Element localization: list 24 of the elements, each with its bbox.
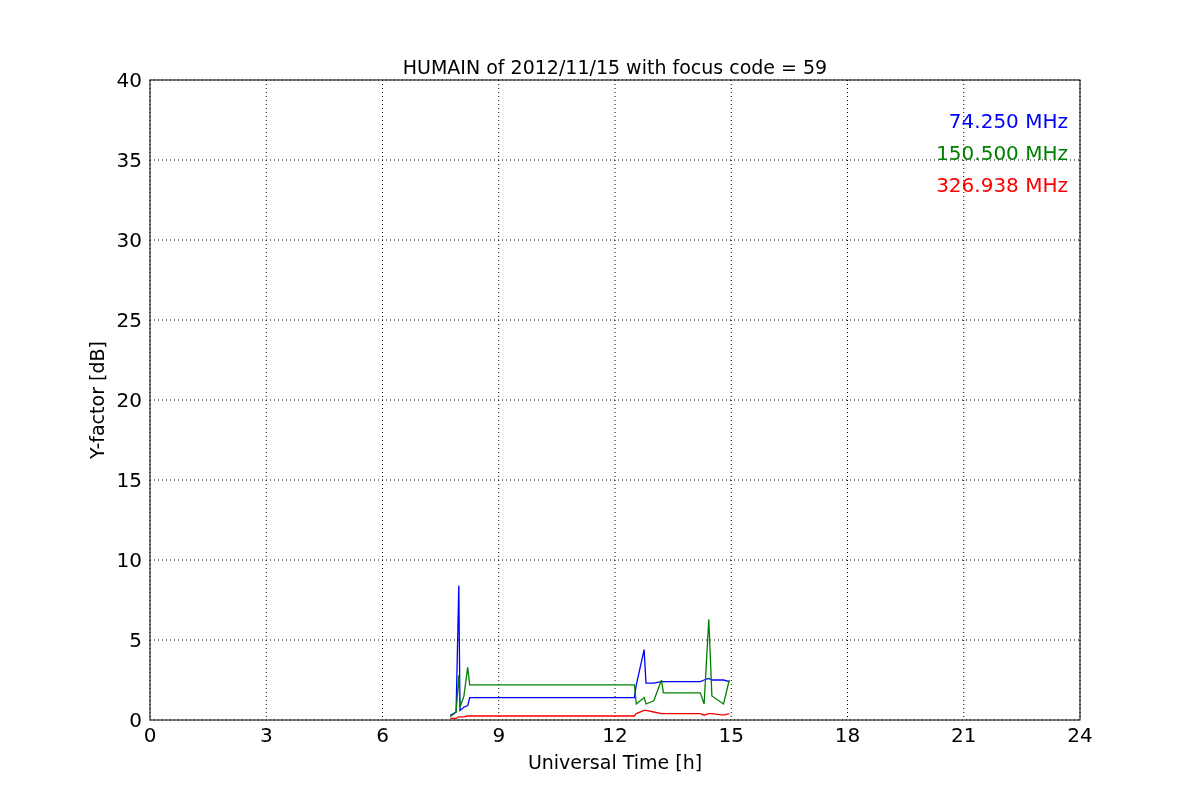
tick-label: 12 [602,723,628,747]
tick-label: 0 [143,723,157,747]
tick-label: 20 [116,388,142,412]
tick-label: 15 [116,468,142,492]
tick-label: 5 [129,628,142,652]
tick-label: 24 [1067,723,1093,747]
tick-label: 35 [116,148,142,172]
legend-label: 150.500 MHz [936,141,1068,165]
tick-label: 3 [259,723,273,747]
tick-label: 30 [116,228,142,252]
chart-title: HUMAIN of 2012/11/15 with focus code = 59 [402,56,828,78]
tick-label: 6 [376,723,389,747]
legend-label: 74.250 MHz [948,109,1068,133]
tick-label: 21 [951,723,977,747]
tick-label: 10 [116,548,142,572]
legend-label: 326.938 MHz [936,173,1068,197]
tick-label: 25 [116,308,142,332]
tick-label: 40 [116,68,142,92]
tick-label: 9 [492,723,506,747]
tick-label: 0 [129,708,142,732]
axis-label: Universal Time [h] [527,751,703,773]
axis-label: Y-factor [dB] [86,341,108,459]
tick-label: 18 [834,723,861,747]
tick-label: 15 [718,723,744,747]
